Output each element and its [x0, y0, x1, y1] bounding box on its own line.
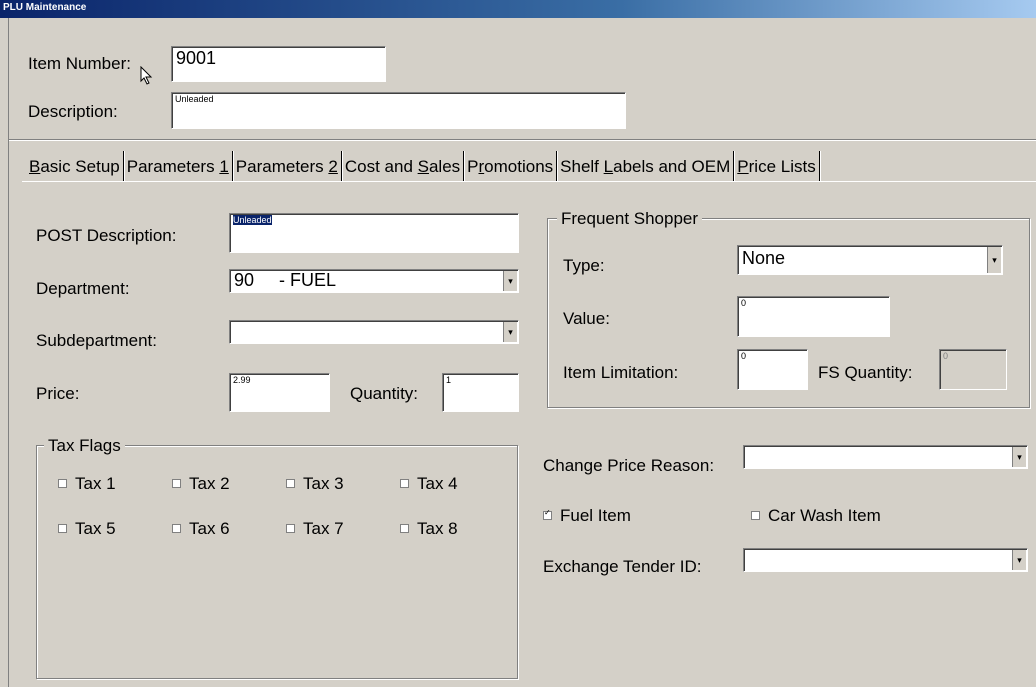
checkbox-icon	[286, 524, 295, 534]
exchange-tender-id-select[interactable]: ▾	[743, 548, 1028, 572]
tax-2-label: Tax 2	[189, 474, 230, 493]
post-description-value: Unleaded	[233, 215, 272, 225]
price-label: Price:	[36, 384, 80, 403]
checkbox-checked-icon	[543, 508, 552, 521]
tax-5-label: Tax 5	[75, 519, 116, 538]
post-description-label: POST Description:	[36, 226, 177, 245]
checkbox-icon	[172, 524, 181, 534]
item-number-input[interactable]: 9001	[171, 46, 386, 82]
tab-strip: Basic Setup Parameters 1 Parameters 2 Co…	[22, 151, 820, 181]
item-limitation-input[interactable]: 0	[737, 349, 808, 390]
description-label: Description:	[28, 102, 118, 121]
chevron-down-icon[interactable]: ▾	[1012, 550, 1026, 570]
chevron-down-icon[interactable]: ▾	[503, 322, 517, 342]
checkbox-icon	[400, 479, 409, 489]
tax-3-checkbox[interactable]: Tax 3	[286, 474, 344, 494]
tax-2-checkbox[interactable]: Tax 2	[172, 474, 230, 494]
tab-parameters-1[interactable]: Parameters 1	[124, 151, 233, 181]
department-select[interactable]: 90 - FUEL ▾	[229, 269, 519, 293]
tax-8-label: Tax 8	[417, 519, 458, 538]
tax-6-checkbox[interactable]: Tax 6	[172, 519, 230, 539]
change-price-reason-select[interactable]: ▾	[743, 445, 1028, 469]
fs-quantity-input[interactable]: 0	[939, 349, 1007, 390]
subdepartment-label: Subdepartment:	[36, 331, 157, 350]
item-limitation-label: Item Limitation:	[563, 363, 679, 382]
chevron-down-icon[interactable]: ▾	[503, 271, 517, 291]
tax-7-label: Tax 7	[303, 519, 344, 538]
checkbox-icon	[751, 511, 760, 521]
fs-value-label: Value:	[563, 309, 610, 328]
department-label: Department:	[36, 279, 130, 298]
checkbox-icon	[400, 524, 409, 534]
tax-5-checkbox[interactable]: Tax 5	[58, 519, 116, 539]
car-wash-item-label: Car Wash Item	[768, 506, 881, 525]
checkbox-icon	[286, 479, 295, 489]
department-value: 90 - FUEL	[234, 270, 337, 290]
divider-highlight	[9, 140, 1036, 141]
post-description-input[interactable]: Unleaded	[229, 213, 519, 253]
fs-type-value: None	[742, 248, 786, 268]
fs-quantity-label: FS Quantity:	[818, 363, 913, 382]
checkbox-icon	[58, 524, 67, 534]
tax-flags-legend: Tax Flags	[44, 436, 125, 456]
tab-underline	[22, 181, 1036, 182]
tax-7-checkbox[interactable]: Tax 7	[286, 519, 344, 539]
tax-8-checkbox[interactable]: Tax 8	[400, 519, 458, 539]
tab-cost-and-sales[interactable]: Cost and Sales	[342, 151, 465, 181]
tab-price-lists[interactable]: Price Lists	[734, 151, 820, 181]
chevron-down-icon[interactable]: ▾	[1012, 447, 1026, 467]
frequent-shopper-legend: Frequent Shopper	[557, 209, 703, 229]
fs-type-label: Type:	[563, 256, 605, 275]
title-bar: PLU Maintenance	[0, 0, 1036, 18]
mouse-cursor-icon	[140, 66, 153, 85]
tax-1-label: Tax 1	[75, 474, 116, 493]
fuel-item-checkbox[interactable]: Fuel Item	[543, 506, 631, 526]
chevron-down-icon[interactable]: ▾	[987, 247, 1001, 273]
description-input[interactable]: Unleaded	[171, 92, 626, 129]
car-wash-item-checkbox[interactable]: Car Wash Item	[751, 506, 881, 526]
tax-4-checkbox[interactable]: Tax 4	[400, 474, 458, 494]
tax-1-checkbox[interactable]: Tax 1	[58, 474, 116, 494]
checkbox-icon	[172, 479, 181, 489]
tax-6-label: Tax 6	[189, 519, 230, 538]
tax-3-label: Tax 3	[303, 474, 344, 493]
quantity-input[interactable]: 1	[442, 373, 519, 412]
tab-basic-setup[interactable]: Basic Setup	[22, 151, 124, 181]
quantity-label: Quantity:	[350, 384, 419, 403]
fs-type-select[interactable]: None ▾	[737, 245, 1003, 275]
checkbox-icon	[58, 479, 67, 489]
item-number-label: Item Number:	[28, 54, 131, 73]
tab-promotions[interactable]: Promotions	[464, 151, 558, 181]
fuel-item-label: Fuel Item	[560, 506, 631, 525]
fs-value-input[interactable]: 0	[737, 296, 890, 337]
subdepartment-select[interactable]: ▾	[229, 320, 519, 344]
tax-4-label: Tax 4	[417, 474, 458, 493]
window-title: PLU Maintenance	[3, 2, 87, 13]
exchange-tender-id-label: Exchange Tender ID:	[543, 557, 702, 576]
change-price-reason-label: Change Price Reason:	[543, 456, 715, 475]
price-input[interactable]: 2.99	[229, 373, 330, 412]
tab-shelf-labels[interactable]: Shelf Labels and OEM	[557, 151, 735, 181]
window-frame	[8, 18, 9, 687]
tab-parameters-2[interactable]: Parameters 2	[233, 151, 342, 181]
